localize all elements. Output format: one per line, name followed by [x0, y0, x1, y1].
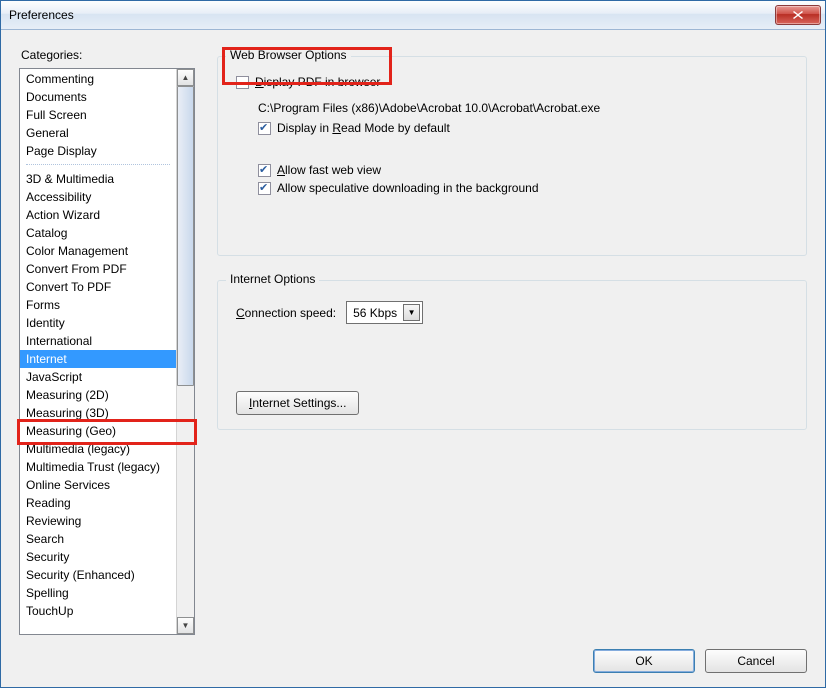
acrobat-path: C:\Program Files (x86)\Adobe\Acrobat 10.… [258, 101, 792, 115]
category-item[interactable]: Multimedia Trust (legacy) [20, 458, 176, 476]
display-pdf-label: Display PDF in browser [255, 75, 380, 89]
web-browser-options-group: Web Browser Options Display PDF in brows… [217, 56, 807, 256]
categories-listbox[interactable]: CommentingDocumentsFull ScreenGeneralPag… [19, 68, 195, 635]
category-item[interactable]: Reviewing [20, 512, 176, 530]
scroll-thumb[interactable] [177, 86, 194, 386]
category-item[interactable]: International [20, 332, 176, 350]
fast-web-view-checkbox[interactable] [258, 164, 271, 177]
category-item[interactable]: Accessibility [20, 188, 176, 206]
fast-web-view-label: Allow fast web view [277, 163, 381, 177]
category-item[interactable]: Search [20, 530, 176, 548]
web-browser-legend: Web Browser Options [226, 48, 351, 62]
category-item[interactable]: Catalog [20, 224, 176, 242]
read-mode-checkbox-row[interactable]: Display in Read Mode by default [258, 121, 792, 135]
cancel-button[interactable]: Cancel [705, 649, 807, 673]
internet-options-group: Internet Options Connection speed: 56 Kb… [217, 280, 807, 430]
chevron-down-icon[interactable]: ▼ [403, 304, 420, 321]
connection-speed-combo[interactable]: 56 Kbps ▼ [346, 301, 423, 324]
category-item[interactable]: Color Management [20, 242, 176, 260]
category-item[interactable]: Page Display [20, 142, 176, 160]
scroll-up-button[interactable]: ▲ [177, 69, 194, 86]
category-item[interactable]: Measuring (2D) [20, 386, 176, 404]
category-item[interactable]: General [20, 124, 176, 142]
categories-label: Categories: [21, 48, 195, 62]
speculative-download-checkbox[interactable] [258, 182, 271, 195]
category-separator [26, 164, 170, 166]
category-item[interactable]: Internet [20, 350, 176, 368]
close-button[interactable] [775, 5, 821, 25]
category-item[interactable]: 3D & Multimedia [20, 170, 176, 188]
read-mode-checkbox[interactable] [258, 122, 271, 135]
connection-speed-value: 56 Kbps [353, 306, 397, 320]
scroll-down-button[interactable]: ▼ [177, 617, 194, 634]
category-item[interactable]: Spelling [20, 584, 176, 602]
category-item[interactable]: Identity [20, 314, 176, 332]
category-item[interactable]: Online Services [20, 476, 176, 494]
speculative-download-row[interactable]: Allow speculative downloading in the bac… [258, 181, 792, 195]
display-pdf-checkbox[interactable] [236, 76, 249, 89]
titlebar: Preferences [1, 1, 825, 30]
window-title: Preferences [9, 8, 74, 22]
category-item[interactable]: Forms [20, 296, 176, 314]
scrollbar[interactable]: ▲ ▼ [176, 69, 194, 634]
category-item[interactable]: Full Screen [20, 106, 176, 124]
display-pdf-checkbox-row[interactable]: Display PDF in browser [236, 75, 792, 89]
category-item[interactable]: Commenting [20, 70, 176, 88]
category-item[interactable]: TouchUp [20, 602, 176, 620]
category-item[interactable]: Multimedia (legacy) [20, 440, 176, 458]
category-item[interactable]: Documents [20, 88, 176, 106]
internet-settings-button[interactable]: Internet Settings... [236, 391, 359, 415]
dialog-footer: OK Cancel [19, 649, 807, 673]
category-item[interactable]: Action Wizard [20, 206, 176, 224]
category-item[interactable]: Convert From PDF [20, 260, 176, 278]
fast-web-view-row[interactable]: Allow fast web view [258, 163, 792, 177]
category-item[interactable]: Measuring (3D) [20, 404, 176, 422]
category-item[interactable]: JavaScript [20, 368, 176, 386]
category-item[interactable]: Security (Enhanced) [20, 566, 176, 584]
connection-speed-label: Connection speed: [236, 306, 336, 320]
speculative-download-label: Allow speculative downloading in the bac… [277, 181, 539, 195]
category-item[interactable]: Reading [20, 494, 176, 512]
ok-button[interactable]: OK [593, 649, 695, 673]
client-area: Categories: CommentingDocumentsFull Scre… [1, 30, 825, 687]
read-mode-label: Display in Read Mode by default [277, 121, 450, 135]
category-item[interactable]: Security [20, 548, 176, 566]
internet-options-legend: Internet Options [226, 272, 319, 286]
close-icon [793, 11, 803, 19]
category-item[interactable]: Measuring (Geo) [20, 422, 176, 440]
category-item[interactable]: Convert To PDF [20, 278, 176, 296]
preferences-dialog: Preferences Categories: CommentingDocume… [0, 0, 826, 688]
